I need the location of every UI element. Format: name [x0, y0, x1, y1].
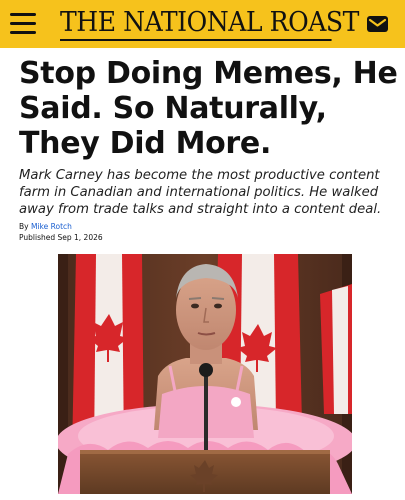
article-dek: Mark Carney has become the most producti…: [19, 168, 382, 217]
envelope-icon[interactable]: [366, 13, 389, 34]
author-link[interactable]: Mike Rotch: [31, 222, 72, 231]
byline: By Mike Rotch: [19, 222, 72, 232]
hamburger-menu-icon[interactable]: [8, 10, 38, 38]
publish-date: Published Sep 1, 2026: [19, 233, 103, 242]
article-photo: [58, 254, 352, 494]
byline-prefix: By: [19, 222, 29, 231]
top-bar: THE NATIONAL ROAST: [0, 0, 405, 48]
masthead-logo[interactable]: THE NATIONAL ROAST: [60, 7, 359, 41]
article-headline: Stop Doing Memes, He Said. So Naturally,…: [19, 56, 398, 161]
photo-illustration: [58, 254, 352, 494]
